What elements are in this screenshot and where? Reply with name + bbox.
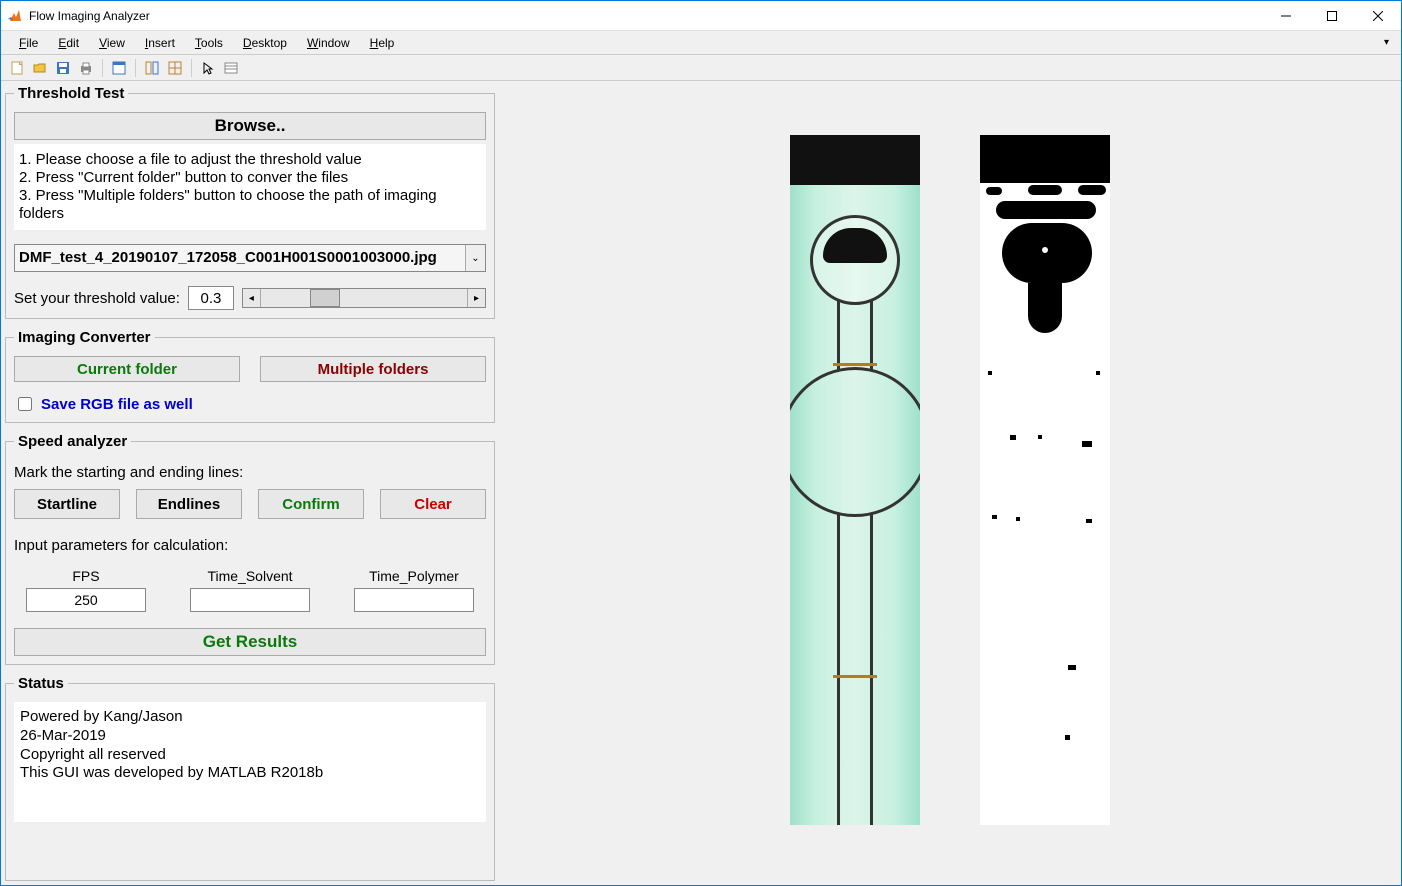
time-solvent-param: Time_Solvent	[190, 568, 310, 612]
save-rgb-checkbox[interactable]	[18, 397, 32, 411]
time-polymer-param: Time_Polymer	[354, 568, 474, 612]
time-polymer-label: Time_Polymer	[369, 568, 459, 584]
slider-thumb[interactable]	[310, 289, 340, 307]
save-rgb-checkbox-row[interactable]: Save RGB file as well	[14, 394, 486, 414]
threshold-value-input[interactable]	[188, 286, 234, 310]
time-solvent-input[interactable]	[190, 588, 310, 612]
speed-legend: Speed analyzer	[14, 433, 131, 450]
menu-insert[interactable]: Insert	[135, 36, 185, 50]
menu-view[interactable]: View	[89, 36, 135, 50]
instructions-text: 1. Please choose a file to adjust the th…	[14, 144, 486, 230]
endlines-button[interactable]: Endlines	[136, 489, 242, 519]
startline-button[interactable]: Startline	[14, 489, 120, 519]
status-text: Powered by Kang/Jason 26-Mar-2019 Copyri…	[14, 702, 486, 822]
images-column	[503, 85, 1397, 881]
converter-group: Imaging Converter Current folder Multipl…	[5, 329, 495, 423]
menubar: File Edit View Insert Tools Desktop Wind…	[1, 31, 1401, 55]
pointer-icon[interactable]	[198, 58, 218, 78]
open-icon[interactable]	[30, 58, 50, 78]
multiple-folders-button[interactable]: Multiple folders	[260, 356, 486, 382]
slider-left-arrow-icon[interactable]: ◂	[243, 289, 261, 307]
threshold-label: Set your threshold value:	[14, 290, 180, 307]
content-area: Threshold Test Browse.. 1. Please choose…	[1, 81, 1401, 885]
time-polymer-input[interactable]	[354, 588, 474, 612]
toolbar-separator	[135, 59, 136, 77]
menu-tools[interactable]: Tools	[185, 36, 233, 50]
close-button[interactable]	[1355, 1, 1401, 31]
binary-image-axes	[980, 135, 1110, 825]
slider-right-arrow-icon[interactable]: ▸	[467, 289, 485, 307]
binary-image	[980, 135, 1110, 825]
titlebar: Flow Imaging Analyzer	[1, 1, 1401, 31]
selected-filename: DMF_test_4_20190107_172058_C001H001S0001…	[15, 245, 465, 271]
status-group: Status Powered by Kang/Jason 26-Mar-2019…	[5, 675, 495, 881]
window-controls	[1263, 1, 1401, 31]
time-solvent-label: Time_Solvent	[207, 568, 292, 584]
browse-button[interactable]: Browse..	[14, 112, 486, 140]
inspector-icon[interactable]	[221, 58, 241, 78]
confirm-button[interactable]: Confirm	[258, 489, 364, 519]
fps-input[interactable]	[26, 588, 146, 612]
main-window: Flow Imaging Analyzer File Edit View Ins…	[0, 0, 1402, 886]
converter-legend: Imaging Converter	[14, 329, 155, 346]
save-icon[interactable]	[53, 58, 73, 78]
toolbar-separator	[191, 59, 192, 77]
threshold-slider[interactable]: ◂ ▸	[242, 288, 486, 308]
speed-group: Speed analyzer Mark the starting and end…	[5, 433, 495, 665]
controls-column: Threshold Test Browse.. 1. Please choose…	[5, 85, 495, 881]
viscometer-photo	[790, 135, 920, 825]
menu-window[interactable]: Window	[297, 36, 360, 50]
gui-editor-icon[interactable]	[109, 58, 129, 78]
layout-icon[interactable]	[165, 58, 185, 78]
mark-lines-label: Mark the starting and ending lines:	[14, 464, 486, 481]
threshold-group: Threshold Test Browse.. 1. Please choose…	[5, 85, 495, 319]
toolbar	[1, 55, 1401, 81]
matlab-icon	[7, 8, 23, 24]
save-rgb-label: Save RGB file as well	[41, 396, 193, 413]
menu-edit[interactable]: Edit	[48, 36, 89, 50]
input-params-label: Input parameters for calculation:	[14, 537, 486, 554]
slider-track[interactable]	[261, 289, 467, 307]
file-dropdown[interactable]: DMF_test_4_20190107_172058_C001H001S0001…	[14, 244, 486, 272]
window-title: Flow Imaging Analyzer	[29, 9, 1263, 23]
dropdown-arrow-icon[interactable]: ⌄	[465, 245, 485, 271]
maximize-button[interactable]	[1309, 1, 1355, 31]
current-folder-button[interactable]: Current folder	[14, 356, 240, 382]
fps-param: FPS	[26, 568, 146, 612]
new-figure-icon[interactable]	[7, 58, 27, 78]
menu-desktop[interactable]: Desktop	[233, 36, 297, 50]
clear-button[interactable]: Clear	[380, 489, 486, 519]
dock-icon[interactable]	[142, 58, 162, 78]
menu-file[interactable]: File	[9, 36, 48, 50]
print-icon[interactable]	[76, 58, 96, 78]
threshold-legend: Threshold Test	[14, 85, 128, 102]
original-image-axes	[790, 135, 920, 825]
menubar-chevron-icon[interactable]: ▾	[1384, 37, 1393, 48]
status-legend: Status	[14, 675, 68, 692]
minimize-button[interactable]	[1263, 1, 1309, 31]
get-results-button[interactable]: Get Results	[14, 628, 486, 656]
toolbar-separator	[102, 59, 103, 77]
fps-label: FPS	[72, 568, 99, 584]
threshold-row: Set your threshold value: ◂ ▸	[14, 286, 486, 310]
menu-help[interactable]: Help	[360, 36, 405, 50]
